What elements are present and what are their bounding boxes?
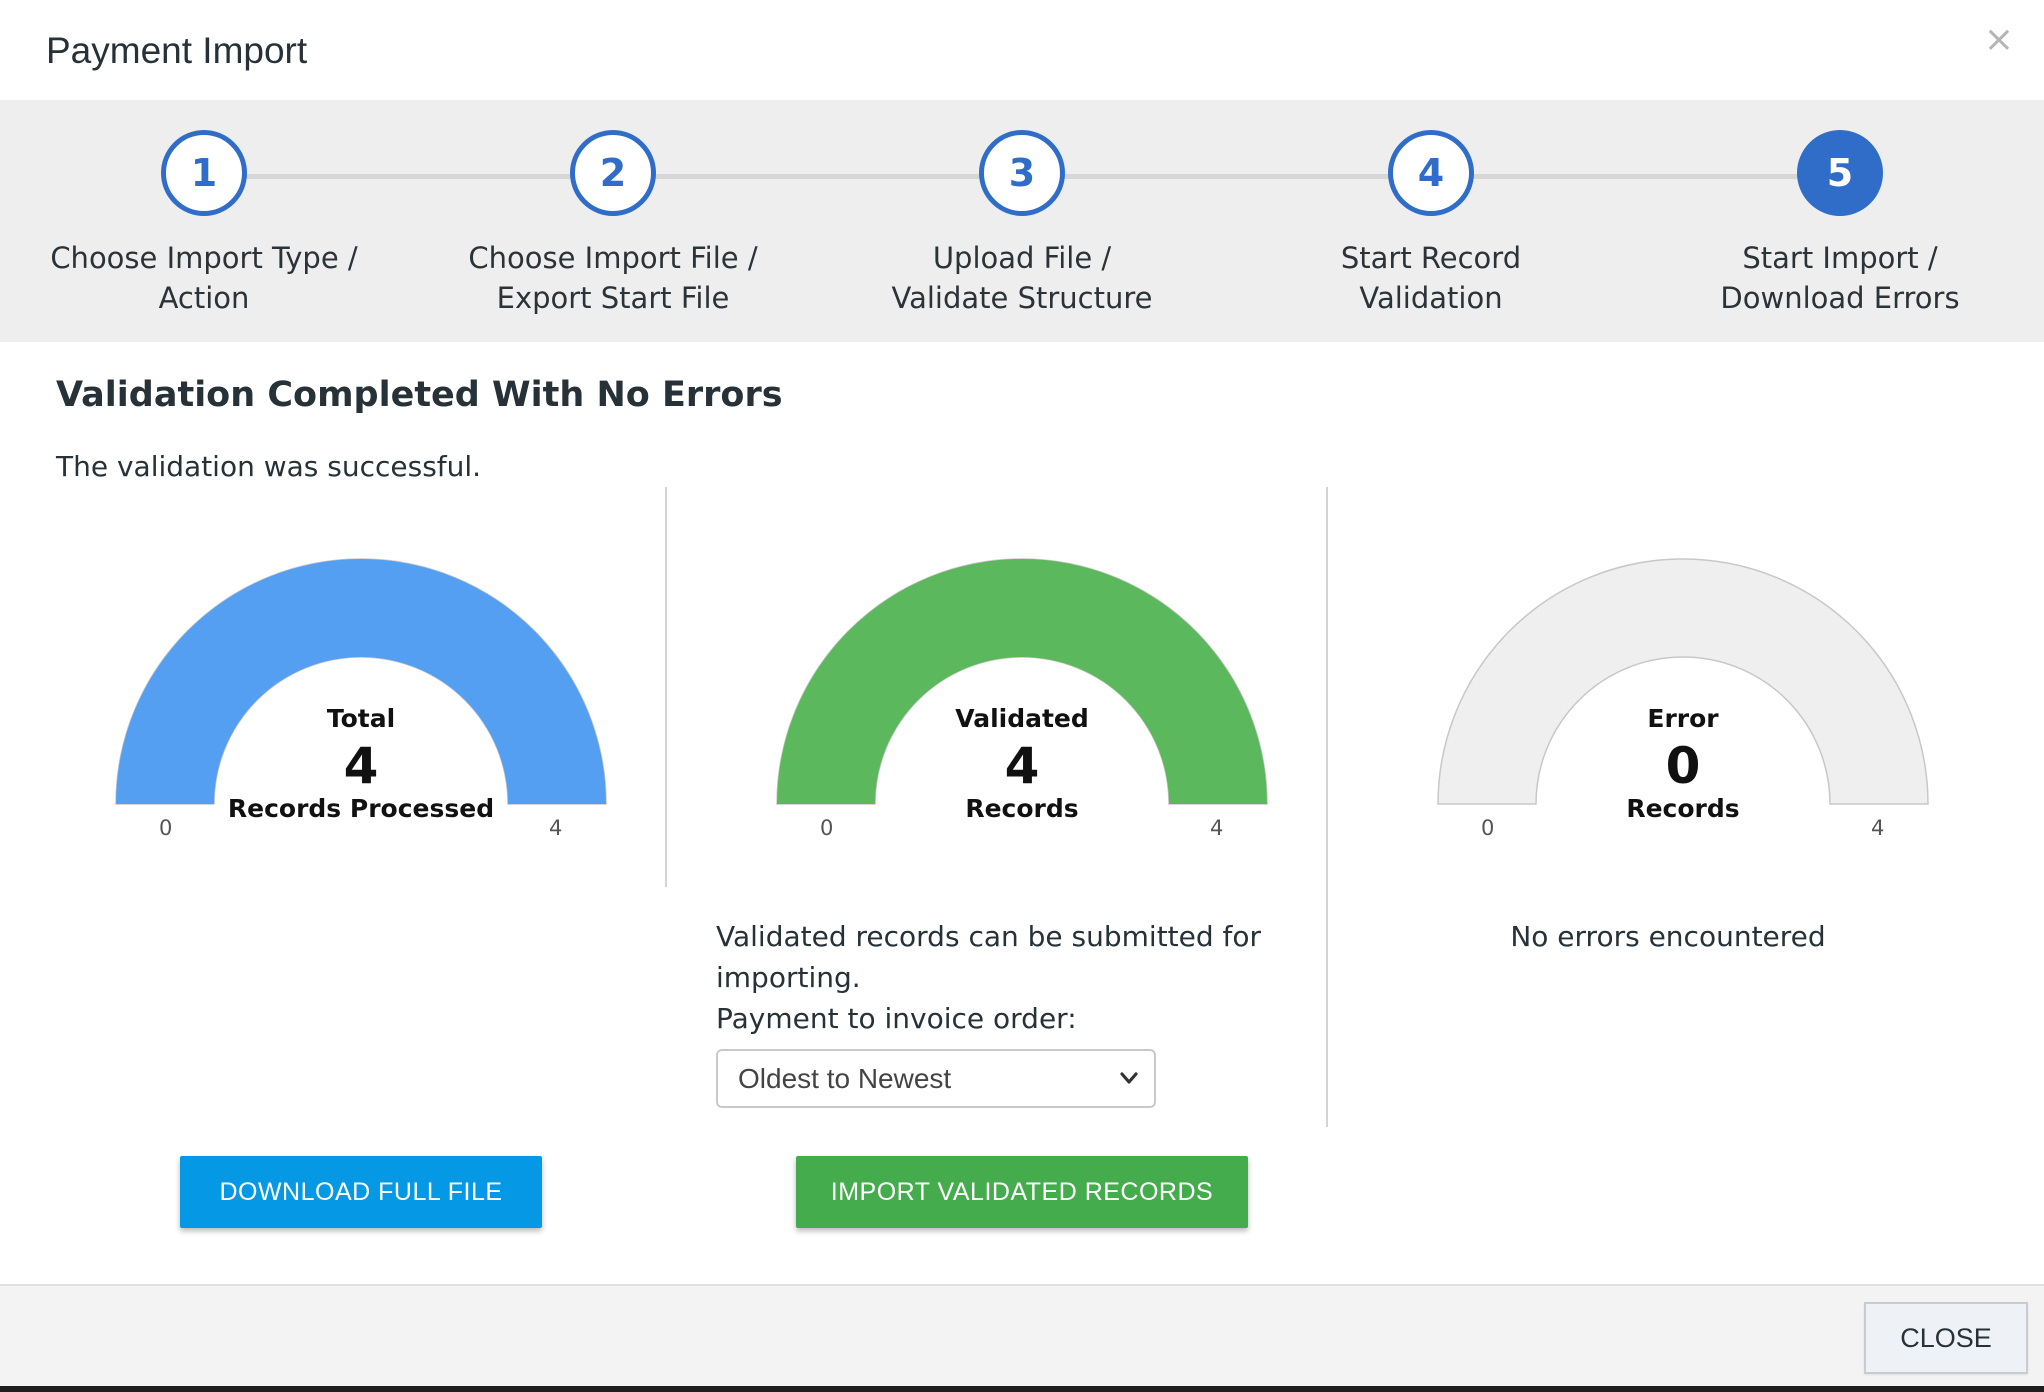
modal-title: Payment Import: [46, 30, 308, 71]
step-label-line: Download Errors: [1720, 281, 1960, 315]
step-number: 4: [1388, 130, 1474, 216]
gauge-title: Total: [326, 704, 396, 733]
result-heading: Validation Completed With No Errors: [56, 375, 783, 415]
step-number: 3: [979, 130, 1065, 216]
step-4: 4 Start Record Validation: [1261, 130, 1601, 318]
step-3: 3 Upload File / Validate Structure: [852, 130, 1192, 318]
window-bottom-edge: [0, 1386, 2044, 1392]
validated-note-line: importing.: [716, 961, 861, 994]
step-2: 2 Choose Import File / Export Start File: [443, 130, 783, 318]
close-icon[interactable]: ×: [1984, 22, 2014, 58]
step-number: 5: [1797, 130, 1883, 216]
close-button[interactable]: CLOSE: [1864, 1302, 2028, 1374]
step-number: 2: [570, 130, 656, 216]
validated-gauge: Validated 4 Records 0 4: [772, 556, 1272, 856]
gauge-min-label: 0: [1481, 816, 1495, 840]
step-label: Upload File / Validate Structure: [852, 238, 1192, 318]
gauge-max-label: 4: [549, 816, 563, 840]
step-5: 5 Start Import / Download Errors: [1670, 130, 2010, 318]
wizard-stepper: 1 Choose Import Type / Action 2 Choose I…: [0, 100, 2044, 342]
gauge-value: 0: [1665, 737, 1701, 795]
step-label-line: Start Import /: [1742, 241, 1938, 275]
step-label: Start Record Validation: [1261, 238, 1601, 318]
step-1: 1 Choose Import Type / Action: [34, 130, 374, 318]
gauge-caption: Records: [965, 794, 1079, 823]
step-number: 1: [161, 130, 247, 216]
order-label: Payment to invoice order:: [716, 1002, 1077, 1035]
validated-note: Validated records can be submitted for i…: [716, 916, 1261, 1039]
gauge-caption: Records: [1626, 794, 1740, 823]
step-label-line: Choose Import Type /: [50, 241, 358, 275]
gauge-min-label: 0: [820, 816, 834, 840]
gauge-max-label: 4: [1871, 816, 1885, 840]
gauge-min-label: 0: [159, 816, 173, 840]
modal-footer: CLOSE: [0, 1284, 2044, 1392]
error-note: No errors encountered: [1510, 920, 1826, 953]
step-label: Choose Import File / Export Start File: [443, 238, 783, 318]
modal-header: Payment Import ×: [0, 0, 2044, 100]
total-gauge: Total 4 Records Processed 0 4: [111, 556, 611, 856]
gauge-title: Error: [1647, 704, 1719, 733]
gauge-caption: Records Processed: [227, 794, 495, 823]
step-label-line: Validate Structure: [891, 281, 1153, 315]
error-gauge: Error 0 Records 0 4: [1433, 556, 1933, 856]
step-label-line: Export Start File: [496, 281, 730, 315]
step-label-line: Validation: [1359, 281, 1503, 315]
column-divider: [665, 487, 667, 887]
gauge-title: Validated: [955, 704, 1089, 733]
step-label-line: Upload File /: [932, 241, 1112, 275]
step-label: Start Import / Download Errors: [1670, 238, 2010, 318]
invoice-order-value: Oldest to Newest: [738, 1063, 952, 1094]
invoice-order-select[interactable]: Oldest to Newest: [716, 1049, 1156, 1108]
gauge-value: 4: [1004, 737, 1040, 795]
step-label-line: Choose Import File /: [468, 241, 758, 275]
gauge-max-label: 4: [1210, 816, 1224, 840]
download-full-file-button[interactable]: DOWNLOAD FULL FILE: [180, 1156, 542, 1228]
result-subtext: The validation was successful.: [56, 450, 482, 483]
step-label-line: Action: [158, 281, 250, 315]
step-label: Choose Import Type / Action: [34, 238, 374, 318]
import-validated-records-button[interactable]: IMPORT VALIDATED RECORDS: [796, 1156, 1248, 1228]
column-divider: [1326, 487, 1328, 1127]
validated-note-line: Validated records can be submitted for: [716, 920, 1262, 953]
chevron-down-icon: [1120, 1072, 1138, 1084]
step-label-line: Start Record: [1340, 241, 1522, 275]
gauge-value: 4: [343, 737, 379, 795]
